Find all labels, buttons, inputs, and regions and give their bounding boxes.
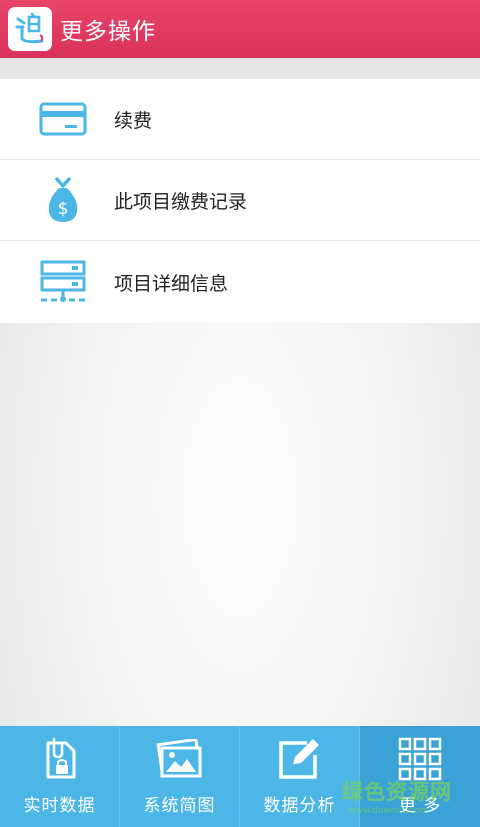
tab-realtime-data[interactable]: 实时数据 [0,726,120,827]
edit-icon [277,736,323,782]
tab-label: 系统简图 [143,796,216,816]
menu-item-label: 续费 [114,109,153,132]
menu-item-payment-records[interactable]: $ 此项目缴费记录 [0,160,480,241]
tab-system-diagram[interactable]: 系统简图 [120,726,240,827]
menu-item-label: 此项目缴费记录 [114,190,248,213]
server-icon [32,257,94,307]
page-title: 更多操作 [60,19,156,45]
tab-label: 实时数据 [23,796,96,816]
photos-icon [156,736,204,782]
header-separator [0,58,480,79]
svg-text:$: $ [58,199,69,219]
locked-document-icon [42,736,78,782]
card-icon [32,94,94,144]
app-logo-icon [8,7,52,51]
watermark-url: www.downcc.com [348,806,429,816]
menu-item-project-details[interactable]: 项目详细信息 [0,241,480,323]
menu-item-renew[interactable]: 续费 [0,79,480,160]
menu-item-label: 项目详细信息 [114,272,229,295]
tab-label: 数据分析 [263,796,336,816]
action-menu: 续费 $ 此项目缴费记录 项目详细信息 [0,79,480,323]
watermark: 绿色资源网 [342,780,452,804]
top-bar: 更多操作 [0,0,480,58]
money-bag-icon: $ [32,175,94,225]
